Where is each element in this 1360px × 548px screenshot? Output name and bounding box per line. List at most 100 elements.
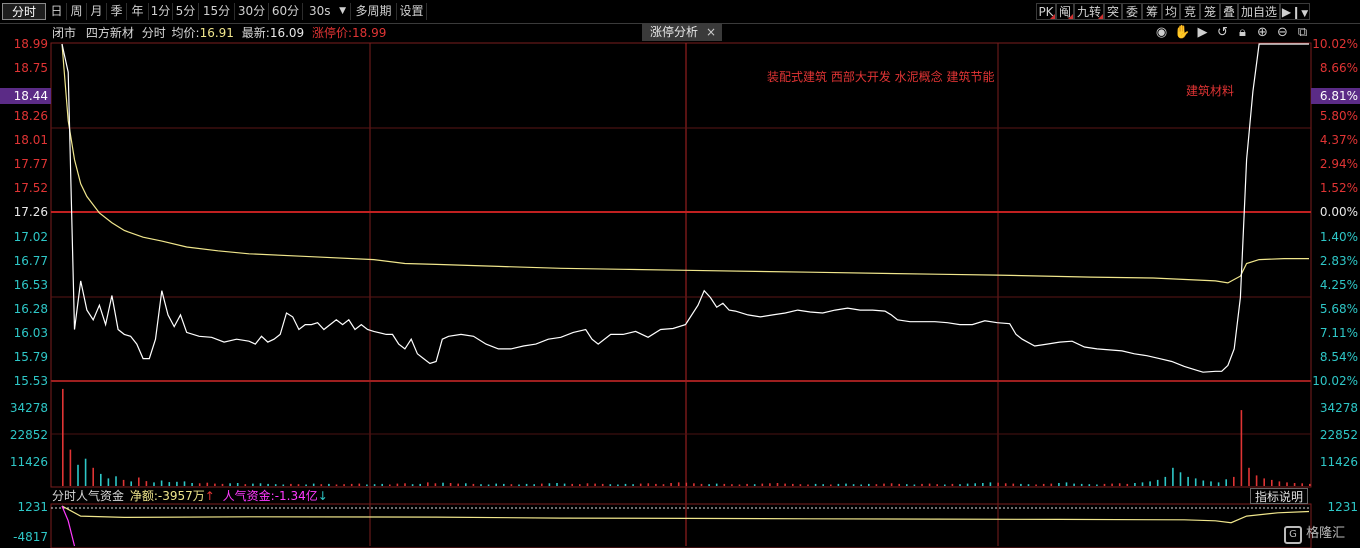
period-tab-week[interactable]: 周: [67, 3, 87, 20]
zoom-out-icon[interactable]: ⊖: [1275, 25, 1290, 40]
volume-bar: [84, 458, 87, 486]
volume-bar: [1027, 484, 1030, 486]
jump-end-icon[interactable]: ▶❙▼: [1280, 3, 1310, 20]
tool-long[interactable]: 笼: [1200, 3, 1220, 20]
volume-bar: [518, 484, 520, 486]
period-tab-month[interactable]: 月: [87, 3, 107, 20]
play-icon[interactable]: ▶: [1195, 25, 1210, 40]
tool-wei[interactable]: 委: [1122, 3, 1142, 20]
volume-bar: [624, 483, 627, 486]
period-tab-30s[interactable]: 30s ▼: [303, 3, 351, 20]
volume-bar: [366, 484, 368, 486]
quote-info-bar: 闭市 四方新材 分时 均价:16.91 最新:16.09 涨停价:18.99: [50, 24, 386, 42]
volume-bar: [252, 483, 254, 486]
price-label: 18.75: [13, 61, 48, 75]
volume-bar: [860, 484, 862, 486]
pct-label: 2.94%: [1319, 157, 1358, 171]
volume-bar: [1118, 483, 1121, 486]
volume-bar: [814, 483, 817, 486]
volume-bar: [305, 484, 307, 486]
volume-bar: [244, 484, 247, 486]
volume-bar: [100, 473, 102, 486]
volume-bar: [282, 484, 285, 486]
volume-bar: [1042, 483, 1045, 486]
pct-label: 8.54%: [1319, 350, 1358, 364]
sector-tag-building[interactable]: 建筑材料: [1186, 82, 1234, 99]
undo-icon[interactable]: ↺: [1215, 25, 1230, 40]
volume-label-right: 34278: [1319, 401, 1358, 415]
volume-bar: [708, 484, 710, 486]
period-tab-15m[interactable]: 15分: [199, 3, 235, 20]
volume-bar: [997, 482, 999, 486]
volume-bar: [1164, 476, 1167, 486]
volume-bar: [1233, 476, 1235, 486]
volume-bar: [274, 484, 277, 486]
add-watchlist-button[interactable]: 加自选: [1238, 3, 1280, 20]
tool-jun[interactable]: 均: [1162, 3, 1180, 20]
volume-bar: [183, 481, 186, 486]
last-price-value: 16.09: [269, 26, 305, 40]
period-tab-fenshi[interactable]: 分时: [2, 3, 46, 20]
period-tab-5m[interactable]: 5分: [173, 3, 199, 20]
volume-bar: [320, 484, 323, 486]
volume-bar: [396, 483, 399, 486]
hand-icon[interactable]: ✋: [1174, 25, 1190, 40]
period-tab-day[interactable]: 日: [47, 3, 67, 20]
tool-die[interactable]: 叠: [1220, 3, 1238, 20]
zoom-in-icon[interactable]: ⊕: [1255, 25, 1270, 40]
tool-jiu[interactable]: 阄: [1056, 3, 1074, 20]
price-label: 18.01: [13, 133, 48, 147]
fund-indicator-bar: 分时人气资金 净额:-3957万↑ 人气资金:-1.34亿↓: [50, 488, 328, 504]
period-tab-multi[interactable]: 多周期: [351, 3, 397, 20]
period-tab-60m[interactable]: 60分: [269, 3, 303, 20]
tool-pk[interactable]: PK: [1036, 3, 1056, 20]
volume-bar: [966, 483, 969, 486]
volume-bar: [799, 484, 802, 486]
maximize-icon[interactable]: ⧉: [1295, 25, 1310, 40]
pct-label: 4.25%: [1319, 278, 1358, 292]
pct-label: 1.40%: [1319, 230, 1358, 244]
volume-bar: [700, 483, 703, 486]
volume-bar: [1035, 484, 1037, 486]
limit-analysis-tab[interactable]: 涨停分析 ×: [642, 24, 722, 41]
volume-bar: [989, 482, 992, 486]
volume-bar: [685, 482, 688, 486]
volume-bar: [145, 481, 148, 486]
volume-bar: [267, 483, 269, 486]
volume-bar: [198, 483, 201, 486]
intraday-chart[interactable]: [0, 0, 1360, 548]
volume-bar: [533, 484, 535, 486]
pct-label: 8.66%: [1319, 61, 1358, 75]
tool-chou[interactable]: 筹: [1142, 3, 1162, 20]
volume-bar: [1126, 483, 1129, 486]
sector-tags[interactable]: 装配式建筑 西部大开发 水泥概念 建筑节能: [767, 68, 994, 85]
volume-bar: [449, 483, 452, 486]
volume-bar: [77, 464, 79, 486]
period-tab-1m[interactable]: 1分: [149, 3, 173, 20]
volume-bar: [1225, 479, 1227, 486]
period-tab-year[interactable]: 年: [127, 3, 149, 20]
volume-bar: [890, 483, 893, 486]
volume-label-right: 22852: [1319, 428, 1358, 442]
tool-jing[interactable]: 竞: [1180, 3, 1200, 20]
price-label: 16.03: [13, 326, 48, 340]
eye-icon[interactable]: ◉: [1154, 25, 1169, 40]
tool-tu[interactable]: 突: [1104, 3, 1122, 20]
volume-bar: [974, 483, 976, 486]
tool-jiuzhuan[interactable]: 九转: [1074, 3, 1104, 20]
volume-bar: [731, 484, 733, 486]
pct-label: 10.02%: [1312, 374, 1358, 388]
period-tab-30m[interactable]: 30分: [235, 3, 269, 20]
volume-bar: [662, 484, 665, 486]
lock-icon[interactable]: 🔒︎: [1235, 25, 1250, 40]
period-tab-quarter[interactable]: 季: [107, 3, 127, 20]
pct-label: 2.83%: [1319, 254, 1358, 268]
settings-button[interactable]: 设置: [397, 3, 427, 20]
indicator-explain-button[interactable]: 指标说明: [1250, 488, 1308, 504]
close-icon[interactable]: ×: [706, 24, 716, 41]
volume-bar: [1301, 483, 1303, 486]
pct-label: 6.81%: [1319, 89, 1358, 103]
volume-bar: [214, 483, 216, 486]
pct-label: 1.52%: [1319, 181, 1358, 195]
price-label: 17.52: [13, 181, 48, 195]
